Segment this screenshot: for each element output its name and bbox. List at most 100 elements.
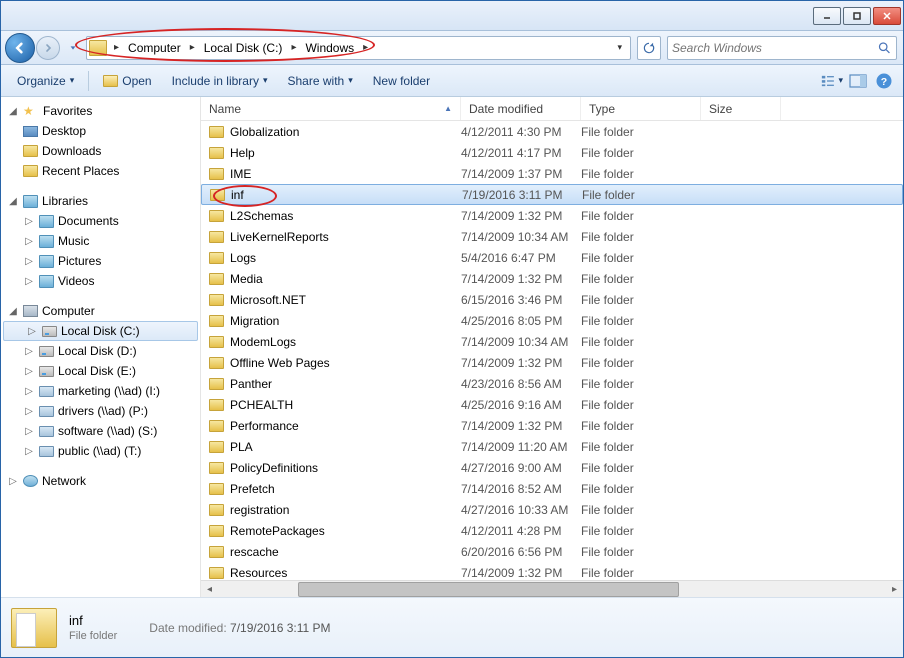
- nav-forward-button[interactable]: [36, 36, 60, 60]
- preview-pane-button[interactable]: [847, 70, 869, 92]
- file-row[interactable]: PolicyDefinitions4/27/2016 9:00 AMFile f…: [201, 457, 903, 478]
- scroll-left-button[interactable]: ◂: [201, 581, 218, 598]
- column-type[interactable]: Type: [581, 97, 701, 120]
- libraries-group[interactable]: ◢Libraries: [1, 191, 200, 211]
- sidebar-desktop[interactable]: Desktop: [1, 121, 200, 141]
- nav-history-dropdown[interactable]: [66, 36, 80, 60]
- folder-icon: [209, 567, 224, 579]
- sidebar-videos[interactable]: ▷Videos: [1, 271, 200, 291]
- sidebar-music[interactable]: ▷Music: [1, 231, 200, 251]
- open-button[interactable]: Open: [95, 70, 159, 92]
- folder-icon: [209, 336, 224, 348]
- file-row[interactable]: Media7/14/2009 1:32 PMFile folder: [201, 268, 903, 289]
- library-icon: [39, 275, 54, 288]
- desktop-icon: [23, 126, 38, 137]
- scroll-thumb[interactable]: [298, 582, 678, 597]
- scroll-right-button[interactable]: ▸: [886, 581, 903, 598]
- file-row[interactable]: Globalization4/12/2011 4:30 PMFile folde…: [201, 121, 903, 142]
- close-button[interactable]: [873, 7, 901, 25]
- file-row[interactable]: PCHEALTH4/25/2016 9:16 AMFile folder: [201, 394, 903, 415]
- file-row[interactable]: Help4/12/2011 4:17 PMFile folder: [201, 142, 903, 163]
- computer-group[interactable]: ◢Computer: [1, 301, 200, 321]
- file-row[interactable]: Prefetch7/14/2016 8:52 AMFile folder: [201, 478, 903, 499]
- file-row[interactable]: IME7/14/2009 1:37 PMFile folder: [201, 163, 903, 184]
- file-type: File folder: [581, 272, 701, 286]
- breadcrumb[interactable]: ▸ Computer ▸ Local Disk (C:) ▸ Windows ▸…: [86, 36, 631, 60]
- breadcrumb-local-disk-c[interactable]: Local Disk (C:): [199, 37, 288, 59]
- network-drive-icon: [39, 386, 54, 397]
- column-size[interactable]: Size: [701, 97, 781, 120]
- folder-icon: [89, 40, 107, 56]
- file-row[interactable]: rescache6/20/2016 6:56 PMFile folder: [201, 541, 903, 562]
- favorites-group[interactable]: ◢★Favorites: [1, 101, 200, 121]
- view-options-button[interactable]: ▾: [821, 70, 843, 92]
- sidebar-drive-marketing[interactable]: ▷marketing (\\ad) (I:): [1, 381, 200, 401]
- file-row[interactable]: Resources7/14/2009 1:32 PMFile folder: [201, 562, 903, 580]
- file-row[interactable]: Microsoft.NET6/15/2016 3:46 PMFile folde…: [201, 289, 903, 310]
- file-row[interactable]: ModemLogs7/14/2009 10:34 AMFile folder: [201, 331, 903, 352]
- library-icon: [39, 235, 54, 248]
- file-row[interactable]: LiveKernelReports7/14/2009 10:34 AMFile …: [201, 226, 903, 247]
- file-row[interactable]: PLA7/14/2009 11:20 AMFile folder: [201, 436, 903, 457]
- new-folder-button[interactable]: New folder: [365, 70, 438, 92]
- library-icon: [39, 215, 54, 228]
- file-row[interactable]: Offline Web Pages 7/14/2009 1:32 PMFile f…: [201, 352, 903, 373]
- search-box[interactable]: [667, 36, 897, 60]
- chevron-right-icon[interactable]: ▸: [287, 42, 300, 53]
- chevron-down-icon[interactable]: ▾: [613, 42, 626, 53]
- file-name: Globalization: [230, 125, 299, 139]
- sidebar-local-disk-e[interactable]: ▷Local Disk (E:): [1, 361, 200, 381]
- folder-icon: [209, 420, 224, 432]
- column-name[interactable]: Name▲: [201, 97, 461, 120]
- navigation-pane[interactable]: ◢★Favorites Desktop Downloads Recent Pla…: [1, 97, 201, 597]
- sidebar-drive-drivers[interactable]: ▷drivers (\\ad) (P:): [1, 401, 200, 421]
- file-row[interactable]: registration4/27/2016 10:33 AMFile folde…: [201, 499, 903, 520]
- file-name: Help: [230, 146, 255, 160]
- file-row[interactable]: Performance7/14/2009 1:32 PMFile folder: [201, 415, 903, 436]
- network-group[interactable]: ▷Network: [1, 471, 200, 491]
- file-name: L2Schemas: [230, 209, 293, 223]
- file-list-body[interactable]: Globalization4/12/2011 4:30 PMFile folde…: [201, 121, 903, 580]
- sidebar-recent-places[interactable]: Recent Places: [1, 161, 200, 181]
- file-row[interactable]: Migration4/25/2016 8:05 PMFile folder: [201, 310, 903, 331]
- file-name: Offline Web Pages: [230, 356, 330, 370]
- file-name: Media: [230, 272, 263, 286]
- file-row[interactable]: L2Schemas7/14/2009 1:32 PMFile folder: [201, 205, 903, 226]
- sidebar-local-disk-c[interactable]: ▷Local Disk (C:): [3, 321, 198, 341]
- chevron-right-icon[interactable]: ▸: [359, 42, 372, 53]
- file-name: Performance: [230, 419, 299, 433]
- file-type: File folder: [581, 524, 701, 538]
- help-button[interactable]: ?: [873, 70, 895, 92]
- minimize-button[interactable]: [813, 7, 841, 25]
- column-date-modified[interactable]: Date modified: [461, 97, 581, 120]
- file-type: File folder: [581, 356, 701, 370]
- sidebar-documents[interactable]: ▷Documents: [1, 211, 200, 231]
- folder-icon: [209, 357, 224, 369]
- sidebar-downloads[interactable]: Downloads: [1, 141, 200, 161]
- file-date: 4/27/2016 9:00 AM: [461, 461, 581, 475]
- sidebar-local-disk-d[interactable]: ▷Local Disk (D:): [1, 341, 200, 361]
- sidebar-drive-software[interactable]: ▷software (\\ad) (S:): [1, 421, 200, 441]
- network-drive-icon: [39, 446, 54, 457]
- breadcrumb-computer[interactable]: Computer: [123, 37, 186, 59]
- horizontal-scrollbar[interactable]: ◂ ▸: [201, 580, 903, 597]
- file-row[interactable]: Panther4/23/2016 8:56 AMFile folder: [201, 373, 903, 394]
- file-row[interactable]: inf7/19/2016 3:11 PMFile folder: [201, 184, 903, 205]
- include-in-library-button[interactable]: Include in library▾: [164, 70, 276, 92]
- nav-back-button[interactable]: [5, 33, 35, 63]
- file-date: 7/14/2009 1:32 PM: [461, 356, 581, 370]
- refresh-button[interactable]: [637, 36, 661, 60]
- breadcrumb-windows[interactable]: Windows: [300, 37, 359, 59]
- file-row[interactable]: Logs5/4/2016 6:47 PMFile folder: [201, 247, 903, 268]
- sidebar-drive-public[interactable]: ▷public (\\ad) (T:): [1, 441, 200, 461]
- chevron-right-icon[interactable]: ▸: [110, 42, 123, 53]
- file-date: 7/14/2009 1:32 PM: [461, 419, 581, 433]
- search-input[interactable]: [672, 41, 877, 55]
- share-with-button[interactable]: Share with▾: [280, 70, 361, 92]
- sidebar-pictures[interactable]: ▷Pictures: [1, 251, 200, 271]
- maximize-button[interactable]: [843, 7, 871, 25]
- file-row[interactable]: RemotePackages4/12/2011 4:28 PMFile fold…: [201, 520, 903, 541]
- organize-button[interactable]: Organize▾: [9, 70, 82, 92]
- chevron-right-icon[interactable]: ▸: [186, 42, 199, 53]
- file-date: 4/12/2011 4:17 PM: [461, 146, 581, 160]
